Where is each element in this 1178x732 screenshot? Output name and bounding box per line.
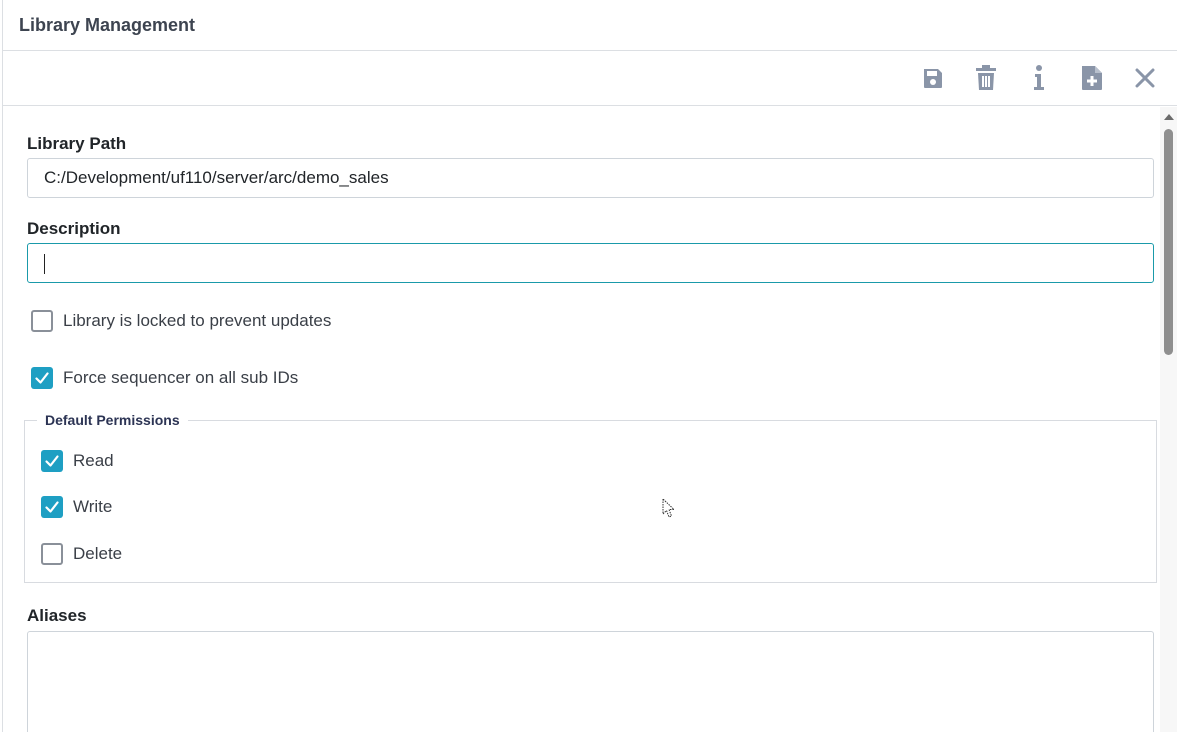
- library-management-dialog: Library Management Library Path C:/Devel…: [2, 0, 1177, 732]
- library-path-value: C:/Development/uf110/server/arc/demo_sal…: [44, 168, 389, 187]
- save-icon: [924, 69, 942, 88]
- force-sequencer-checkbox[interactable]: [31, 367, 53, 389]
- permission-read-label: Read: [73, 451, 114, 470]
- delete-button[interactable]: [966, 58, 1006, 98]
- permission-write-row[interactable]: Write: [41, 496, 112, 518]
- checkmark-icon: [35, 372, 49, 384]
- checkmark-icon: [45, 501, 59, 513]
- checkmark-icon: [45, 455, 59, 467]
- mouse-pointer-icon: [662, 497, 676, 525]
- toolbar: [3, 51, 1177, 106]
- permission-delete-row[interactable]: Delete: [41, 543, 122, 565]
- save-button[interactable]: [913, 58, 953, 98]
- force-sequencer-label: Force sequencer on all sub IDs: [63, 368, 299, 387]
- permission-write-label: Write: [73, 497, 113, 516]
- description-label: Description: [27, 219, 121, 238]
- trash-icon: [976, 65, 996, 90]
- info-button[interactable]: [1019, 58, 1059, 98]
- permission-delete-label: Delete: [73, 544, 123, 563]
- default-permissions-group: Default Permissions Read Write Delete: [24, 412, 1157, 583]
- aliases-label: Aliases: [27, 606, 87, 625]
- new-file-button[interactable]: [1072, 58, 1112, 98]
- locked-checkbox-row[interactable]: Library is locked to prevent updates: [31, 310, 331, 332]
- close-button[interactable]: [1125, 58, 1165, 98]
- library-path-label: Library Path: [27, 134, 127, 153]
- dialog-title: Library Management: [19, 14, 196, 35]
- scroll-up-arrow-icon[interactable]: [1164, 114, 1174, 120]
- permission-read-row[interactable]: Read: [41, 450, 114, 472]
- default-permissions-legend: Default Permissions: [37, 412, 188, 428]
- permission-read-checkbox[interactable]: [41, 450, 63, 472]
- title-bar: Library Management: [3, 0, 1177, 51]
- description-field[interactable]: [27, 243, 1154, 283]
- new-file-icon: [1082, 66, 1102, 90]
- permission-write-checkbox[interactable]: [41, 496, 63, 518]
- permission-delete-checkbox[interactable]: [41, 543, 63, 565]
- scrollbar-thumb[interactable]: [1164, 129, 1173, 355]
- locked-label: Library is locked to prevent updates: [63, 311, 332, 330]
- form-content: Library Path C:/Development/uf110/server…: [3, 107, 1161, 732]
- aliases-textarea[interactable]: [27, 631, 1154, 732]
- locked-checkbox[interactable]: [31, 310, 53, 332]
- force-sequencer-checkbox-row[interactable]: Force sequencer on all sub IDs: [31, 367, 298, 389]
- close-icon: [1135, 68, 1155, 88]
- text-caret: [44, 253, 45, 274]
- vertical-scrollbar[interactable]: [1160, 107, 1177, 732]
- info-icon: [1034, 65, 1044, 90]
- library-path-field[interactable]: C:/Development/uf110/server/arc/demo_sal…: [27, 158, 1154, 198]
